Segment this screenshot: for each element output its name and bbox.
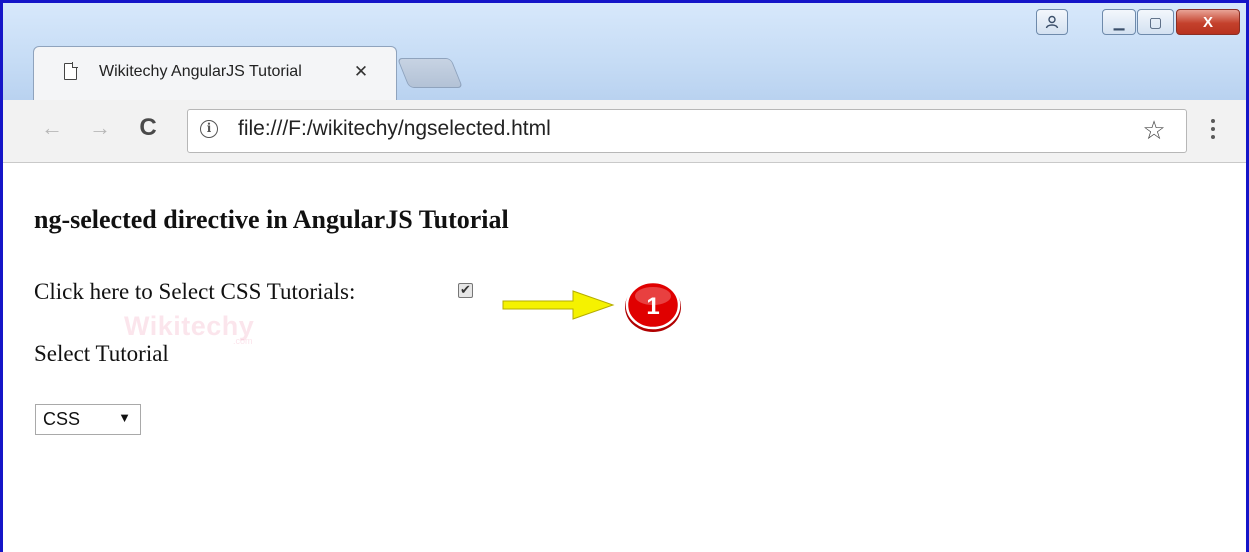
css-tutorial-checkbox[interactable]: ✔ <box>458 283 473 298</box>
document-icon <box>64 62 78 80</box>
annotation-arrow-icon <box>502 290 615 320</box>
menu-dots-icon[interactable] <box>1198 115 1228 145</box>
select-value: CSS <box>43 409 81 429</box>
url-text[interactable]: file:///F:/wikitechy/ngselected.html <box>238 117 551 143</box>
info-icon[interactable]: i <box>200 120 218 138</box>
maximize-button[interactable]: ▢ <box>1137 9 1174 35</box>
tab-close-icon[interactable]: ✕ <box>351 62 371 82</box>
select-tutorial-label: Select Tutorial <box>34 341 169 366</box>
checkbox-label: Click here to Select CSS Tutorials: <box>34 279 356 304</box>
minimize-icon: ▁ <box>1113 13 1125 30</box>
page-content: ng-selected directive in AngularJS Tutor… <box>3 163 1246 552</box>
bookmark-star-icon[interactable]: ☆ <box>1139 115 1169 145</box>
maximize-icon: ▢ <box>1148 13 1163 30</box>
forward-arrow-icon[interactable]: → <box>85 113 115 143</box>
person-icon <box>1045 15 1059 29</box>
profile-icon[interactable] <box>1036 9 1068 35</box>
badge-number: 1 <box>646 293 659 320</box>
tutorial-select[interactable]: CSS ▼ <box>35 404 141 435</box>
minimize-button[interactable]: ▁ <box>1102 9 1136 35</box>
wikitechy-watermark-sub: .com <box>233 336 253 346</box>
close-icon: X <box>1202 13 1213 31</box>
dropdown-arrow-icon: ▼ <box>118 410 131 425</box>
close-window-button[interactable]: X <box>1176 9 1240 35</box>
back-arrow-icon[interactable]: ← <box>37 113 67 143</box>
new-tab-button[interactable] <box>396 58 464 88</box>
tab-title: Wikitechy AngularJS Tutorial <box>99 63 302 80</box>
page-title: ng-selected directive in AngularJS Tutor… <box>34 205 509 234</box>
step-badge: 1 <box>622 276 684 334</box>
browser-window: ▁ ▢ X Wikitechy AngularJS Tutorial ✕ ← →… <box>0 0 1249 552</box>
reload-icon[interactable]: C <box>133 113 163 143</box>
